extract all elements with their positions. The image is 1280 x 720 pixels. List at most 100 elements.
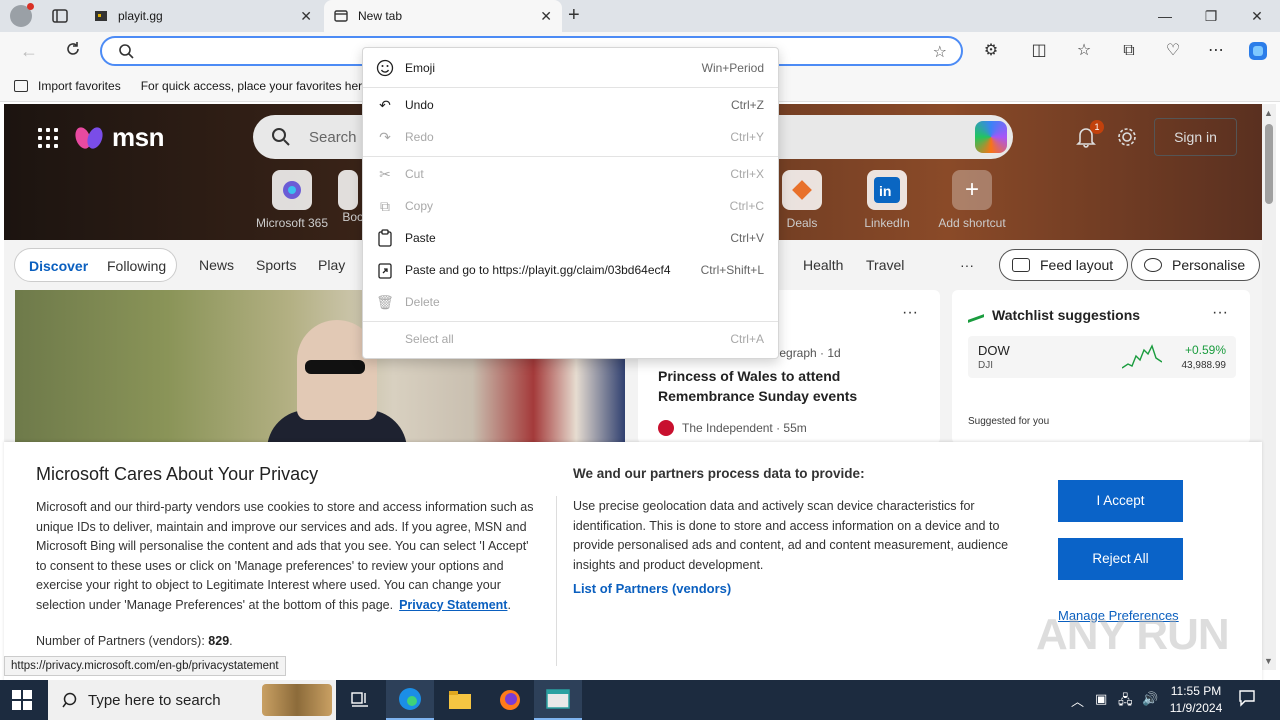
menu-item-redo[interactable]: ↷ Redo Ctrl+Y <box>363 121 778 153</box>
close-window-icon[interactable]: ✕ <box>1234 0 1280 32</box>
favorite-star-icon[interactable]: ☆ <box>933 42 947 62</box>
taskbar-search-box[interactable]: Type here to search <box>48 680 336 720</box>
scroll-down-icon[interactable]: ▼ <box>1264 656 1273 666</box>
sign-in-button[interactable]: Sign in <box>1154 118 1237 156</box>
more-menu-icon[interactable]: ⋯ <box>1205 40 1227 62</box>
taskbar-clock[interactable]: 11:55 PM 11/9/2024 <box>1164 683 1228 717</box>
msn-logo[interactable]: msn <box>72 122 164 153</box>
menu-item-paste-and-go[interactable]: Paste and go to https://playit.gg/claim/… <box>363 254 778 286</box>
sliders-icon <box>1012 258 1030 272</box>
new-tab-favicon-icon <box>334 9 348 23</box>
deals-tag-icon <box>782 170 822 210</box>
accept-button[interactable]: I Accept <box>1058 480 1183 522</box>
divider <box>556 496 557 666</box>
shortcut-label: Add shortcut <box>938 216 1006 230</box>
settings-gear-icon[interactable] <box>1116 126 1138 151</box>
minimize-icon[interactable]: — <box>1142 0 1188 32</box>
volume-icon[interactable]: 🔊 <box>1142 691 1158 707</box>
profile-avatar-icon[interactable] <box>10 3 34 27</box>
status-bar-url: https://privacy.microsoft.com/en-gb/priv… <box>4 656 286 676</box>
undo-icon: ↶ <box>379 96 391 113</box>
shortcut-label: LinkedIn <box>864 216 910 230</box>
page-scrollbar[interactable]: ▲ ▼ <box>1262 104 1276 670</box>
reject-all-button[interactable]: Reject All <box>1058 538 1183 580</box>
browser-essentials-icon[interactable]: ♡ <box>1162 40 1184 62</box>
shortcut-microsoft-365[interactable]: Microsoft 365 <box>252 170 332 230</box>
menu-item-select-all[interactable]: Select all Ctrl+A <box>363 323 778 355</box>
extensions-icon[interactable]: ⚙ <box>980 40 1002 62</box>
task-view-icon[interactable] <box>336 680 384 720</box>
notifications-bell-icon[interactable]: 1 <box>1076 120 1104 151</box>
personalise-button[interactable]: Personalise <box>1131 249 1261 281</box>
file-explorer-icon[interactable] <box>436 680 484 720</box>
refresh-icon[interactable] <box>62 40 84 62</box>
nav-sports[interactable]: Sports <box>256 257 296 273</box>
list-of-partners-link[interactable]: List of Partners (vendors) <box>573 581 731 596</box>
menu-item-paste[interactable]: Paste Ctrl+V <box>363 222 778 254</box>
copilot-search-icon[interactable] <box>975 121 1007 153</box>
split-screen-icon[interactable]: ◫ <box>1028 40 1050 62</box>
tab-discover[interactable]: Discover <box>29 258 88 274</box>
back-arrow-icon[interactable]: ← <box>18 40 40 62</box>
tab-label: playit.gg <box>118 9 163 23</box>
menu-item-delete[interactable]: 🗑 Delete <box>363 286 778 318</box>
firefox-icon[interactable] <box>486 680 534 720</box>
news-headline[interactable]: Princess of Wales to attend Remembrance … <box>658 366 898 406</box>
favorites-icon[interactable]: ☆ <box>1073 40 1095 62</box>
nav-play[interactable]: Play <box>318 257 345 273</box>
feed-layout-button[interactable]: Feed layout <box>999 249 1129 281</box>
tab-playit[interactable]: playit.gg ✕ <box>84 0 322 32</box>
shortcut-add[interactable]: + Add shortcut <box>932 170 1012 230</box>
tab-new-tab[interactable]: New tab ✕ <box>324 0 562 32</box>
stock-row[interactable]: DOW DJI +0.59% 43,988.99 <box>968 336 1236 378</box>
svg-text:in: in <box>879 183 891 199</box>
image-figure <box>305 360 365 374</box>
nav-health[interactable]: Health <box>803 257 843 273</box>
tab-following[interactable]: Following <box>107 258 166 274</box>
privacy-body-text: Microsoft and our third-party vendors us… <box>36 500 534 612</box>
stock-sparkline-icon <box>1122 344 1162 369</box>
menu-item-emoji[interactable]: Emoji Win+Period <box>363 52 778 84</box>
notification-badge: 1 <box>1090 120 1104 134</box>
clock-date: 11/9/2024 <box>1169 701 1223 715</box>
menu-item-copy[interactable]: ⧉ Copy Ctrl+C <box>363 190 778 222</box>
independent-logo-icon <box>658 420 674 436</box>
search-icon <box>62 691 80 712</box>
edge-taskbar-icon[interactable] <box>386 680 434 720</box>
network-icon[interactable]: 🖧 <box>1118 691 1133 713</box>
new-tab-plus-icon[interactable]: + <box>568 4 580 27</box>
collections-icon[interactable]: ⧉ <box>1118 40 1140 62</box>
nav-more-icon[interactable]: ··· <box>960 257 974 273</box>
msn-butterfly-icon <box>72 123 106 153</box>
privacy-statement-link[interactable]: Privacy Statement <box>399 598 507 612</box>
windows-start-icon[interactable] <box>12 690 32 710</box>
close-tab-icon[interactable]: ✕ <box>300 8 312 25</box>
scrollbar-thumb[interactable] <box>1265 124 1273 204</box>
more-options-icon[interactable]: ··· <box>1212 304 1228 322</box>
terminal-app-icon[interactable] <box>534 680 582 720</box>
nav-travel[interactable]: Travel <box>866 257 904 273</box>
more-options-icon[interactable]: ··· <box>902 304 918 322</box>
copilot-icon[interactable] <box>1247 40 1269 62</box>
personalise-icon <box>1144 258 1162 272</box>
news-source-label: The Independent · 55m <box>682 421 807 435</box>
data-processing-body: Use precise geolocation data and activel… <box>573 499 1009 572</box>
discover-following-toggle: Discover Following <box>14 248 177 282</box>
menu-item-undo[interactable]: ↶ Undo Ctrl+Z <box>363 89 778 121</box>
tray-device-icon[interactable]: ▣ <box>1095 691 1107 707</box>
restore-icon[interactable]: ❐ <box>1188 0 1234 32</box>
tab-actions-icon[interactable] <box>50 6 70 26</box>
tray-chevron-icon[interactable]: ︿ <box>1071 691 1084 710</box>
notifications-center-icon[interactable] <box>1238 689 1256 710</box>
menu-item-shortcut: Ctrl+V <box>730 231 764 245</box>
import-favorites-button[interactable]: Import favorites <box>14 79 121 93</box>
shortcut-linkedin[interactable]: in LinkedIn <box>847 170 927 230</box>
menu-item-cut[interactable]: ✂ Cut Ctrl+X <box>363 158 778 190</box>
menu-item-label: Emoji <box>405 61 436 75</box>
close-tab-icon[interactable]: ✕ <box>540 8 552 25</box>
nav-news[interactable]: News <box>199 257 234 273</box>
shortcut-label: Microsoft 365 <box>255 216 329 230</box>
app-launcher-icon[interactable] <box>38 128 58 148</box>
scroll-up-icon[interactable]: ▲ <box>1264 108 1273 118</box>
copy-icon: ⧉ <box>380 197 390 214</box>
